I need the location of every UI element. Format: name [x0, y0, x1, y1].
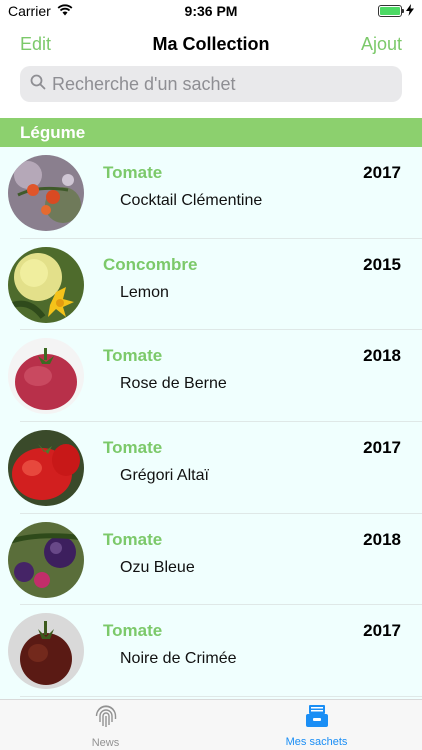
page-title: Ma Collection [152, 33, 270, 54]
black-tomato-photo [8, 613, 84, 690]
item-name: Tomate [103, 346, 163, 366]
item-year: 2018 [363, 529, 401, 549]
status-left: Carrier [8, 3, 73, 19]
item-year: 2015 [363, 254, 401, 274]
item-year: 2017 [363, 621, 401, 641]
collection-list: Tomate 2017 Cocktail Clémentine Concombr… [0, 147, 422, 699]
list-item[interactable]: Tomate 2017 Grégori Altaï [0, 422, 422, 514]
carrier-label: Carrier [8, 3, 51, 19]
charging-icon [406, 3, 414, 19]
edit-button[interactable]: Edit [20, 34, 51, 55]
battery-icon [378, 5, 404, 17]
list-item[interactable]: Concombre 2015 Lemon [0, 239, 422, 331]
tab-label: News [91, 736, 120, 749]
item-name: Concombre [103, 254, 198, 274]
search-input[interactable] [52, 73, 392, 95]
purple-tomato-photo [8, 521, 84, 598]
lemon-cucumber-photo [8, 246, 84, 323]
tab-news[interactable]: News [0, 700, 211, 750]
status-right [378, 3, 414, 19]
item-variety: Noire de Crimée [120, 650, 237, 668]
search-box[interactable] [20, 66, 402, 102]
item-variety: Rose de Berne [120, 375, 227, 393]
tab-bar: News Mes sachets [0, 699, 422, 750]
status-bar: Carrier 9:36 PM [0, 0, 422, 22]
fingerprint-icon [92, 702, 120, 735]
item-variety: Lemon [120, 283, 169, 301]
list-item[interactable]: Tomate 2017 Noire de Crimée [0, 605, 422, 697]
cocktail-tomato-photo [8, 154, 84, 231]
wifi-icon [57, 3, 73, 19]
search-bar [20, 66, 402, 102]
red-tomato-photo [8, 429, 84, 506]
item-name: Tomate [103, 163, 163, 182]
section-header: Légume [0, 118, 422, 147]
item-year: 2017 [363, 163, 401, 182]
add-button[interactable]: Ajout [361, 34, 402, 55]
item-year: 2018 [363, 346, 401, 366]
list-item[interactable]: Tomate 2018 Ozu Bleue [0, 514, 422, 606]
item-variety: Cocktail Clémentine [120, 192, 263, 209]
item-year: 2017 [363, 438, 401, 458]
item-variety: Grégori Altaï [120, 467, 209, 485]
tab-label: Mes sachets [285, 735, 348, 748]
list-item[interactable]: Tomate 2018 Rose de Berne [0, 330, 422, 422]
item-name: Tomate [103, 529, 163, 549]
drawer-icon [304, 703, 330, 734]
list-item[interactable]: Tomate 2017 Cocktail Clémentine [0, 147, 422, 239]
pink-tomato-photo [8, 338, 84, 415]
tab-mes-sachets[interactable]: Mes sachets [211, 700, 422, 750]
search-icon [30, 74, 46, 95]
item-variety: Ozu Bleue [120, 558, 195, 576]
navigation-bar: Edit Ma Collection Ajout [0, 22, 422, 66]
item-name: Tomate [103, 621, 163, 641]
item-name: Tomate [103, 438, 163, 458]
